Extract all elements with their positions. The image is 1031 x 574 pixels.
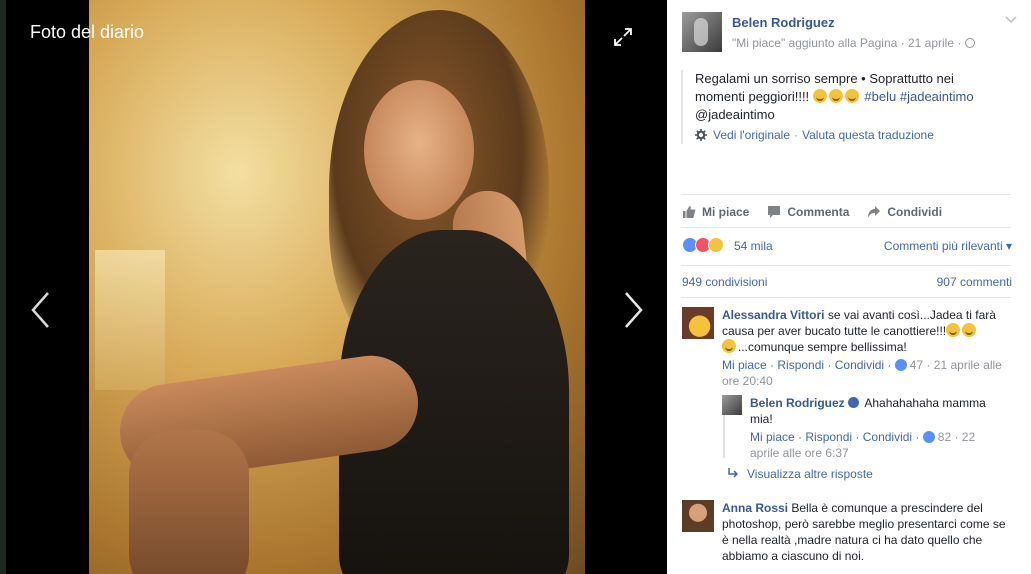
globe-icon xyxy=(965,38,976,48)
reply-arrow-icon xyxy=(728,468,739,478)
comment-likes[interactable]: 47 xyxy=(910,358,923,372)
post-text-line2: momenti peggiori!!!! xyxy=(695,89,810,104)
verified-badge-icon xyxy=(847,397,859,408)
share-button[interactable]: Condividi xyxy=(867,202,942,222)
comment-share-link[interactable]: Condividi xyxy=(863,430,912,444)
post-text: Regalami un sorriso sempre • Soprattutto… xyxy=(695,70,1013,124)
hashtag-jadeaintimo[interactable]: #jadeaintimo xyxy=(900,89,974,104)
wow-reaction-icon xyxy=(708,237,724,253)
commenter-avatar[interactable] xyxy=(722,395,742,415)
divider xyxy=(681,227,1011,228)
share-count[interactable]: 949 condivisioni xyxy=(682,275,767,289)
counts-row: 949 condivisioni 907 commenti xyxy=(682,275,1012,289)
commenter-name[interactable]: Anna Rossi xyxy=(722,501,788,515)
comment-text: Belen Rodriguez Ahahahahaha mamma mia! xyxy=(750,395,995,427)
comment-body: Belen Rodriguez Ahahahahaha mamma mia! M… xyxy=(750,395,995,461)
comment-icon xyxy=(768,206,781,218)
comment-button[interactable]: Commenta xyxy=(767,202,849,222)
comment-like-link[interactable]: Mi piace xyxy=(722,358,767,372)
comment-body: Alessandra Vittori se vai avanti così...… xyxy=(722,307,1012,389)
thumbs-up-icon xyxy=(683,206,696,218)
comment-content-continued: ...comunque sempre bellissima! xyxy=(738,340,907,354)
divider xyxy=(681,265,1011,266)
author-avatar[interactable] xyxy=(682,12,722,52)
comment-text: Anna Rossi Bella è comunque a prescinder… xyxy=(722,500,1012,564)
comment-reply-link[interactable]: Rispondi xyxy=(805,430,852,444)
share-icon xyxy=(868,206,881,218)
post-header: Belen Rodriguez "Mi piace" aggiunto alla… xyxy=(682,12,1017,54)
comment-likes[interactable]: 82 xyxy=(938,430,951,444)
divider xyxy=(681,297,1011,298)
share-label: Condividi xyxy=(887,205,943,219)
translation-bar xyxy=(681,70,683,144)
post-author[interactable]: Belen Rodriguez xyxy=(732,15,835,30)
divider xyxy=(681,194,1011,195)
post-subtitle-text: "Mi piace" aggiunto alla Pagina · 21 apr… xyxy=(732,36,962,50)
chevron-down-icon[interactable] xyxy=(1005,16,1017,24)
smile-emoji-icon xyxy=(812,89,827,103)
gear-icon xyxy=(695,129,707,141)
comment-count[interactable]: 907 commenti xyxy=(937,275,1012,289)
hashtag-belu[interactable]: #belu xyxy=(864,89,896,104)
separator: · xyxy=(923,358,934,372)
like-reaction-icon xyxy=(894,359,907,371)
comment-text: Alessandra Vittori se vai avanti così...… xyxy=(722,307,1012,355)
viewer-title: Foto del diario xyxy=(30,22,145,42)
expand-icon[interactable] xyxy=(612,26,634,48)
translate-row: Vedi l'originale · Valuta questa traduzion… xyxy=(695,128,934,142)
commenter-avatar[interactable] xyxy=(682,500,714,532)
commenter-avatar[interactable] xyxy=(682,307,714,339)
commenter-name[interactable]: Alessandra Vittori xyxy=(722,308,824,322)
like-button[interactable]: Mi piace xyxy=(682,202,749,222)
comment-reply-link[interactable]: Rispondi xyxy=(777,358,824,372)
like-reaction-icon xyxy=(922,431,935,443)
separator: · xyxy=(794,128,799,142)
action-bar: Mi piace Commenta Condividi xyxy=(682,202,1012,222)
reactions-row: 54 mila Commenti più rilevanti ▾ xyxy=(682,237,1012,255)
comment-meta: Mi piace · Rispondi · Condividi · 47 · 2… xyxy=(722,358,1002,388)
previous-photo-icon[interactable] xyxy=(28,290,54,330)
photo-leg-lower xyxy=(129,430,249,574)
photo-viewer: Foto del diario xyxy=(0,0,667,574)
comment-meta: Mi piace · Rispondi · Condividi · 82 · 2… xyxy=(750,430,976,460)
reaction-icons[interactable] xyxy=(682,237,724,253)
laugh-emoji-icon xyxy=(722,339,736,353)
laugh-emoji-icon xyxy=(962,323,977,337)
commenter-name[interactable]: Belen Rodriguez xyxy=(750,396,845,410)
post-mention[interactable]: @jadeaintimo xyxy=(695,107,775,122)
photo-face xyxy=(364,80,474,220)
next-photo-icon[interactable] xyxy=(620,290,646,330)
rate-translation-link[interactable]: Valuta questa traduzione xyxy=(802,128,934,142)
comment-like-link[interactable]: Mi piace xyxy=(750,430,795,444)
post-text-line1: Regalami un sorriso sempre • Soprattutto… xyxy=(695,71,954,86)
viewer-edge xyxy=(0,0,6,574)
photo[interactable] xyxy=(89,0,585,574)
post-subtitle: "Mi piace" aggiunto alla Pagina · 21 apr… xyxy=(732,36,976,50)
photo-window-light xyxy=(95,250,165,390)
comment-sort-dropdown[interactable]: Commenti più rilevanti ▾ xyxy=(884,239,1012,253)
laugh-emoji-icon xyxy=(946,323,961,337)
view-more-replies-link[interactable]: Visualizza altre risposte xyxy=(727,467,873,481)
smile-emoji-icon xyxy=(844,89,859,103)
comment-body: Anna Rossi Bella è comunque a prescinder… xyxy=(722,500,1012,564)
view-more-replies-label: Visualizza altre risposte xyxy=(747,467,873,481)
separator: · xyxy=(951,430,962,444)
comment-sort-label: Commenti più rilevanti xyxy=(883,239,1003,253)
smile-emoji-icon xyxy=(828,89,843,103)
post-panel: Belen Rodriguez "Mi piace" aggiunto alla… xyxy=(667,0,1031,574)
comment-label: Commenta xyxy=(787,205,850,219)
like-label: Mi piace xyxy=(702,205,750,219)
see-original-link[interactable]: Vedi l'originale xyxy=(713,128,790,142)
comment-share-link[interactable]: Condividi xyxy=(835,358,884,372)
reaction-count[interactable]: 54 mila xyxy=(734,239,773,253)
